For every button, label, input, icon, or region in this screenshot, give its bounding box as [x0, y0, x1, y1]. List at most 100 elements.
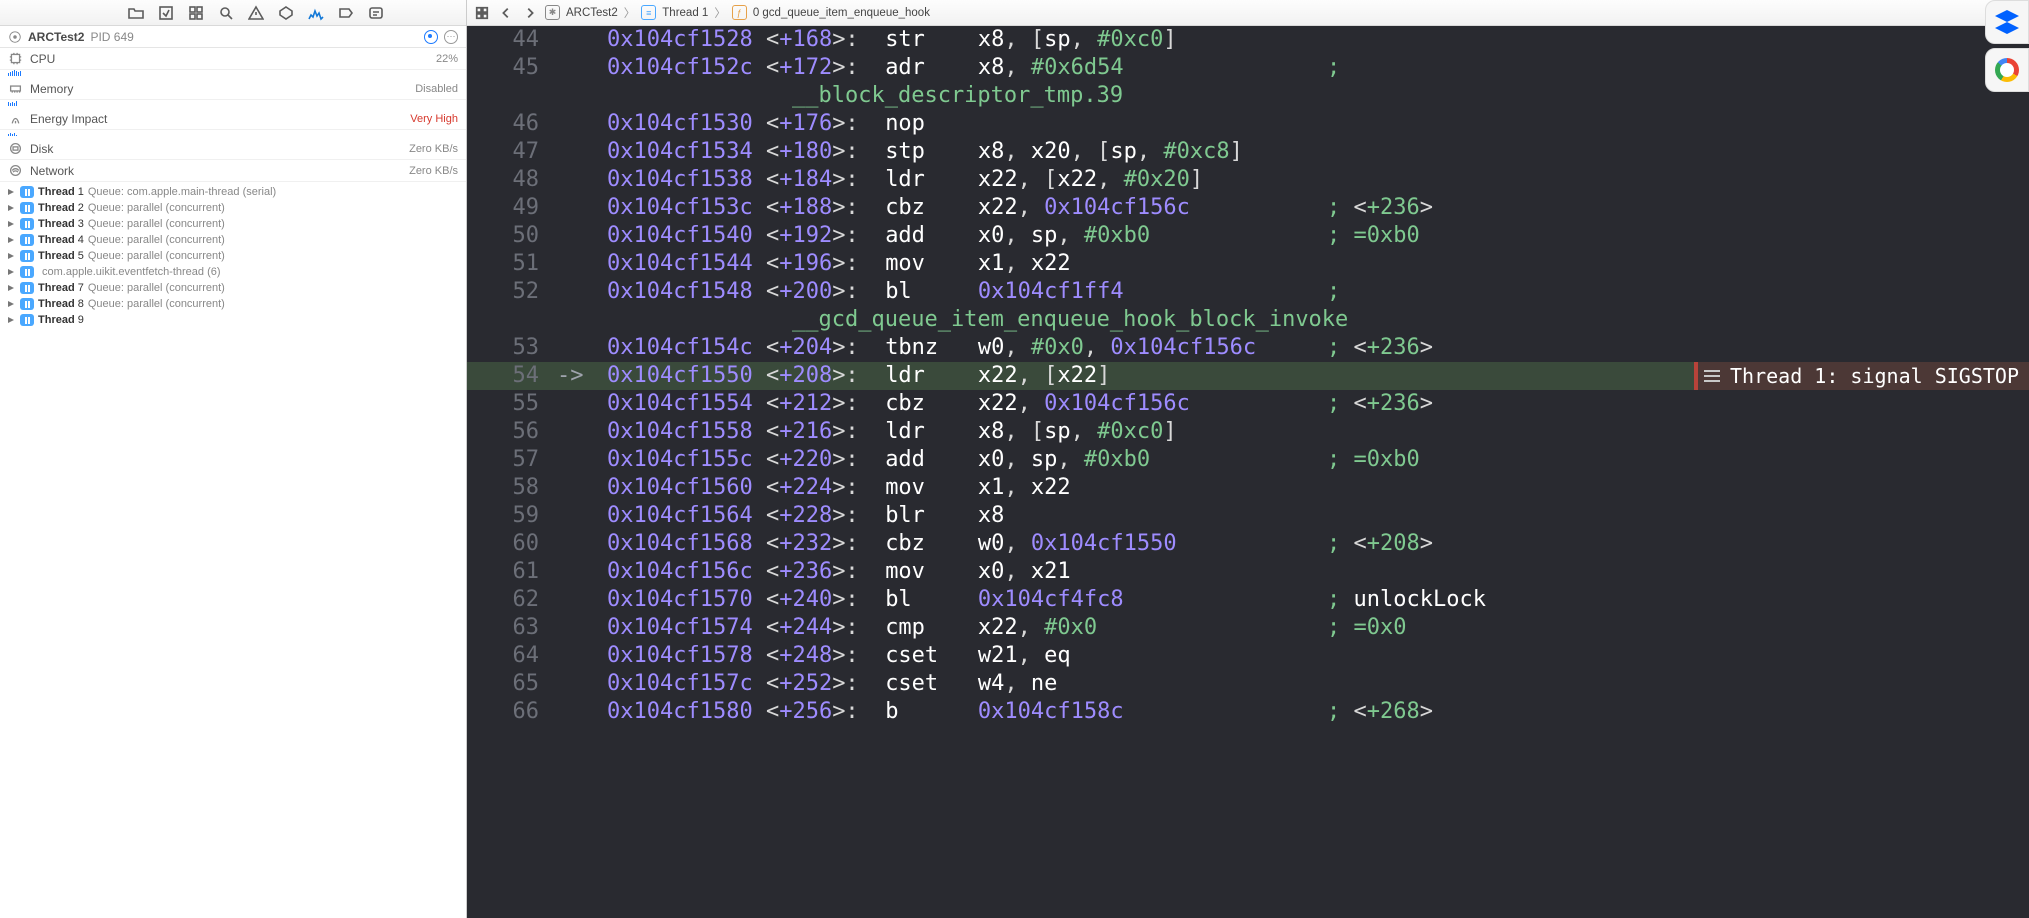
line-number: 52 — [467, 278, 557, 306]
gauge-cpu[interactable]: CPU 22% — [0, 48, 466, 70]
asm-line[interactable]: 54->0x104cf1550 <+208>: ldr x22, [x22]Th… — [467, 362, 2029, 390]
chrome-app-icon[interactable] — [1985, 48, 2029, 92]
disclosure-triangle-icon[interactable] — [6, 203, 16, 213]
line-number: 44 — [467, 26, 557, 54]
asm-line[interactable]: 600x104cf1568 <+232>: cbz w0, 0x104cf155… — [467, 530, 2029, 558]
disclosure-triangle-icon[interactable] — [6, 187, 16, 197]
thread-queue: Queue: com.apple.main-thread (serial) — [88, 186, 276, 198]
options-icon[interactable]: ⋯ — [444, 30, 458, 44]
issues-icon[interactable] — [248, 5, 264, 21]
symbols-icon[interactable] — [188, 5, 204, 21]
crumb-thread[interactable]: Thread 1 — [662, 7, 708, 19]
disassembly-view[interactable]: 440x104cf1528 <+168>: str x8, [sp, #0xc0… — [467, 26, 2029, 918]
gauge-icon — [8, 142, 22, 156]
source-control-icon[interactable] — [158, 5, 174, 21]
asm-line[interactable]: 640x104cf1578 <+248>: cset w21, eq — [467, 642, 2029, 670]
asm-line[interactable]: 620x104cf1570 <+240>: bl 0x104cf4fc8; un… — [467, 586, 2029, 614]
line-number: 48 — [467, 166, 557, 194]
asm-line[interactable]: 520x104cf1548 <+200>: bl 0x104cf1ff4; — [467, 278, 2029, 306]
asm-line[interactable]: 530x104cf154c <+204>: tbnz w0, #0x0, 0x1… — [467, 334, 2029, 362]
search-icon[interactable] — [218, 5, 234, 21]
symbol-line[interactable]: __gcd_queue_item_enqueue_hook_block_invo… — [467, 306, 2029, 334]
cpu-icon — [8, 52, 22, 66]
line-number: 58 — [467, 474, 557, 502]
line-number: 53 — [467, 334, 557, 362]
reports-icon[interactable] — [368, 5, 384, 21]
related-items-icon[interactable] — [473, 4, 491, 22]
debug-navigator-icon[interactable] — [308, 5, 324, 21]
thread-chip-icon — [20, 314, 34, 326]
folder-icon[interactable] — [128, 5, 144, 21]
thread-name: Thread 8 — [38, 298, 84, 310]
process-header[interactable]: ARCTest2 PID 649 ⋯ — [0, 26, 466, 48]
thread-row[interactable]: Thread 3 Queue: parallel (concurrent) — [0, 216, 466, 232]
gauge-label: Energy Impact — [30, 112, 107, 126]
gauge-icon — [8, 112, 22, 126]
asm-line[interactable]: 550x104cf1554 <+212>: cbz x22, 0x104cf15… — [467, 390, 2029, 418]
gauge-label: Network — [30, 164, 74, 178]
asm-line[interactable]: 440x104cf1528 <+168>: str x8, [sp, #0xc0… — [467, 26, 2029, 54]
disclosure-triangle-icon[interactable] — [6, 283, 16, 293]
thread-queue: Queue: parallel (concurrent) — [88, 234, 225, 246]
gauge-network[interactable]: Network Zero KB/s — [0, 160, 466, 182]
asm-line[interactable]: 590x104cf1564 <+228>: blr x8 — [467, 502, 2029, 530]
asm-line[interactable]: 610x104cf156c <+236>: mov x0, x21 — [467, 558, 2029, 586]
disclosure-triangle-icon[interactable] — [6, 267, 16, 277]
thread-row[interactable]: Thread 7 Queue: parallel (concurrent) — [0, 280, 466, 296]
dropbox-app-icon[interactable] — [1985, 0, 2029, 44]
thread-row[interactable]: com.apple.uikit.eventfetch-thread (6) — [0, 264, 466, 280]
thread-row[interactable]: Thread 2 Queue: parallel (concurrent) — [0, 200, 466, 216]
asm-line[interactable]: 490x104cf153c <+188>: cbz x22, 0x104cf15… — [467, 194, 2029, 222]
thread-queue: Queue: parallel (concurrent) — [88, 202, 225, 214]
thread-name: Thread 9 — [38, 314, 84, 326]
gauge-value: Zero KB/s — [409, 165, 458, 177]
asm-line[interactable]: 470x104cf1534 <+180>: stp x8, x20, [sp, … — [467, 138, 2029, 166]
asm-line[interactable]: 580x104cf1560 <+224>: mov x1, x22 — [467, 474, 2029, 502]
thread-row[interactable]: Thread 5 Queue: parallel (concurrent) — [0, 248, 466, 264]
disclosure-triangle-icon[interactable] — [6, 315, 16, 325]
forward-button[interactable] — [521, 4, 539, 22]
workspace: ARCTest2 PID 649 ⋯ CPU 22% Memory Disabl… — [0, 0, 2029, 918]
line-number: 61 — [467, 558, 557, 586]
crumb-project[interactable]: ARCTest2 — [566, 7, 618, 19]
disclosure-triangle-icon[interactable] — [6, 299, 16, 309]
profile-icon[interactable] — [424, 30, 438, 44]
thread-chip-icon — [20, 202, 34, 214]
hamburger-icon — [1704, 370, 1720, 382]
asm-line[interactable]: 480x104cf1538 <+184>: ldr x22, [x22, #0x… — [467, 166, 2029, 194]
thread-queue: Queue: parallel (concurrent) — [88, 218, 225, 230]
asm-line[interactable]: 560x104cf1558 <+216>: ldr x8, [sp, #0xc0… — [467, 418, 2029, 446]
thread-row[interactable]: Thread 1 Queue: com.apple.main-thread (s… — [0, 184, 466, 200]
gauge-energy impact[interactable]: Energy Impact Very High — [0, 108, 466, 130]
asm-line[interactable]: 630x104cf1574 <+244>: cmp x22, #0x0; =0x… — [467, 614, 2029, 642]
asm-line[interactable]: 510x104cf1544 <+196>: mov x1, x22 — [467, 250, 2029, 278]
asm-line[interactable]: 650x104cf157c <+252>: cset w4, ne — [467, 670, 2029, 698]
gauge-label: Disk — [30, 142, 53, 156]
disclosure-triangle-icon[interactable] — [6, 251, 16, 261]
line-number: 55 — [467, 390, 557, 418]
asm-line[interactable]: 660x104cf1580 <+256>: b 0x104cf158c; <+2… — [467, 698, 2029, 726]
asm-line[interactable]: 460x104cf1530 <+176>: nop — [467, 110, 2029, 138]
error-banner[interactable]: Thread 1: signal SIGSTOP — [1694, 362, 2029, 390]
thread-queue: com.apple.uikit.eventfetch-thread (6) — [42, 266, 221, 278]
asm-line[interactable]: 500x104cf1540 <+192>: add x0, sp, #0xb0;… — [467, 222, 2029, 250]
disclosure-triangle-icon[interactable] — [6, 219, 16, 229]
disclosure-triangle-icon[interactable] — [6, 235, 16, 245]
pc-arrow: -> — [557, 362, 607, 390]
thread-row[interactable]: Thread 8 Queue: parallel (concurrent) — [0, 296, 466, 312]
navigator-toolbar — [0, 0, 466, 26]
editor-pane: ✱ ARCTest2 〉 ≡ Thread 1 〉 ƒ 0 gcd_queue_… — [467, 0, 2029, 918]
back-button[interactable] — [497, 4, 515, 22]
crumb-frame[interactable]: 0 gcd_queue_item_enqueue_hook — [753, 7, 930, 19]
line-number: 45 — [467, 54, 557, 82]
symbol-line[interactable]: __block_descriptor_tmp.39 — [467, 82, 2029, 110]
asm-line[interactable]: 570x104cf155c <+220>: add x0, sp, #0xb0;… — [467, 446, 2029, 474]
gauge-memory[interactable]: Memory Disabled — [0, 78, 466, 100]
gauge-disk[interactable]: Disk Zero KB/s — [0, 138, 466, 160]
breakpoints-icon[interactable] — [338, 5, 354, 21]
thread-queue: Queue: parallel (concurrent) — [88, 282, 225, 294]
asm-line[interactable]: 450x104cf152c <+172>: adr x8, #0x6d54; — [467, 54, 2029, 82]
thread-row[interactable]: Thread 4 Queue: parallel (concurrent) — [0, 232, 466, 248]
thread-row[interactable]: Thread 9 — [0, 312, 466, 328]
tests-icon[interactable] — [278, 5, 294, 21]
